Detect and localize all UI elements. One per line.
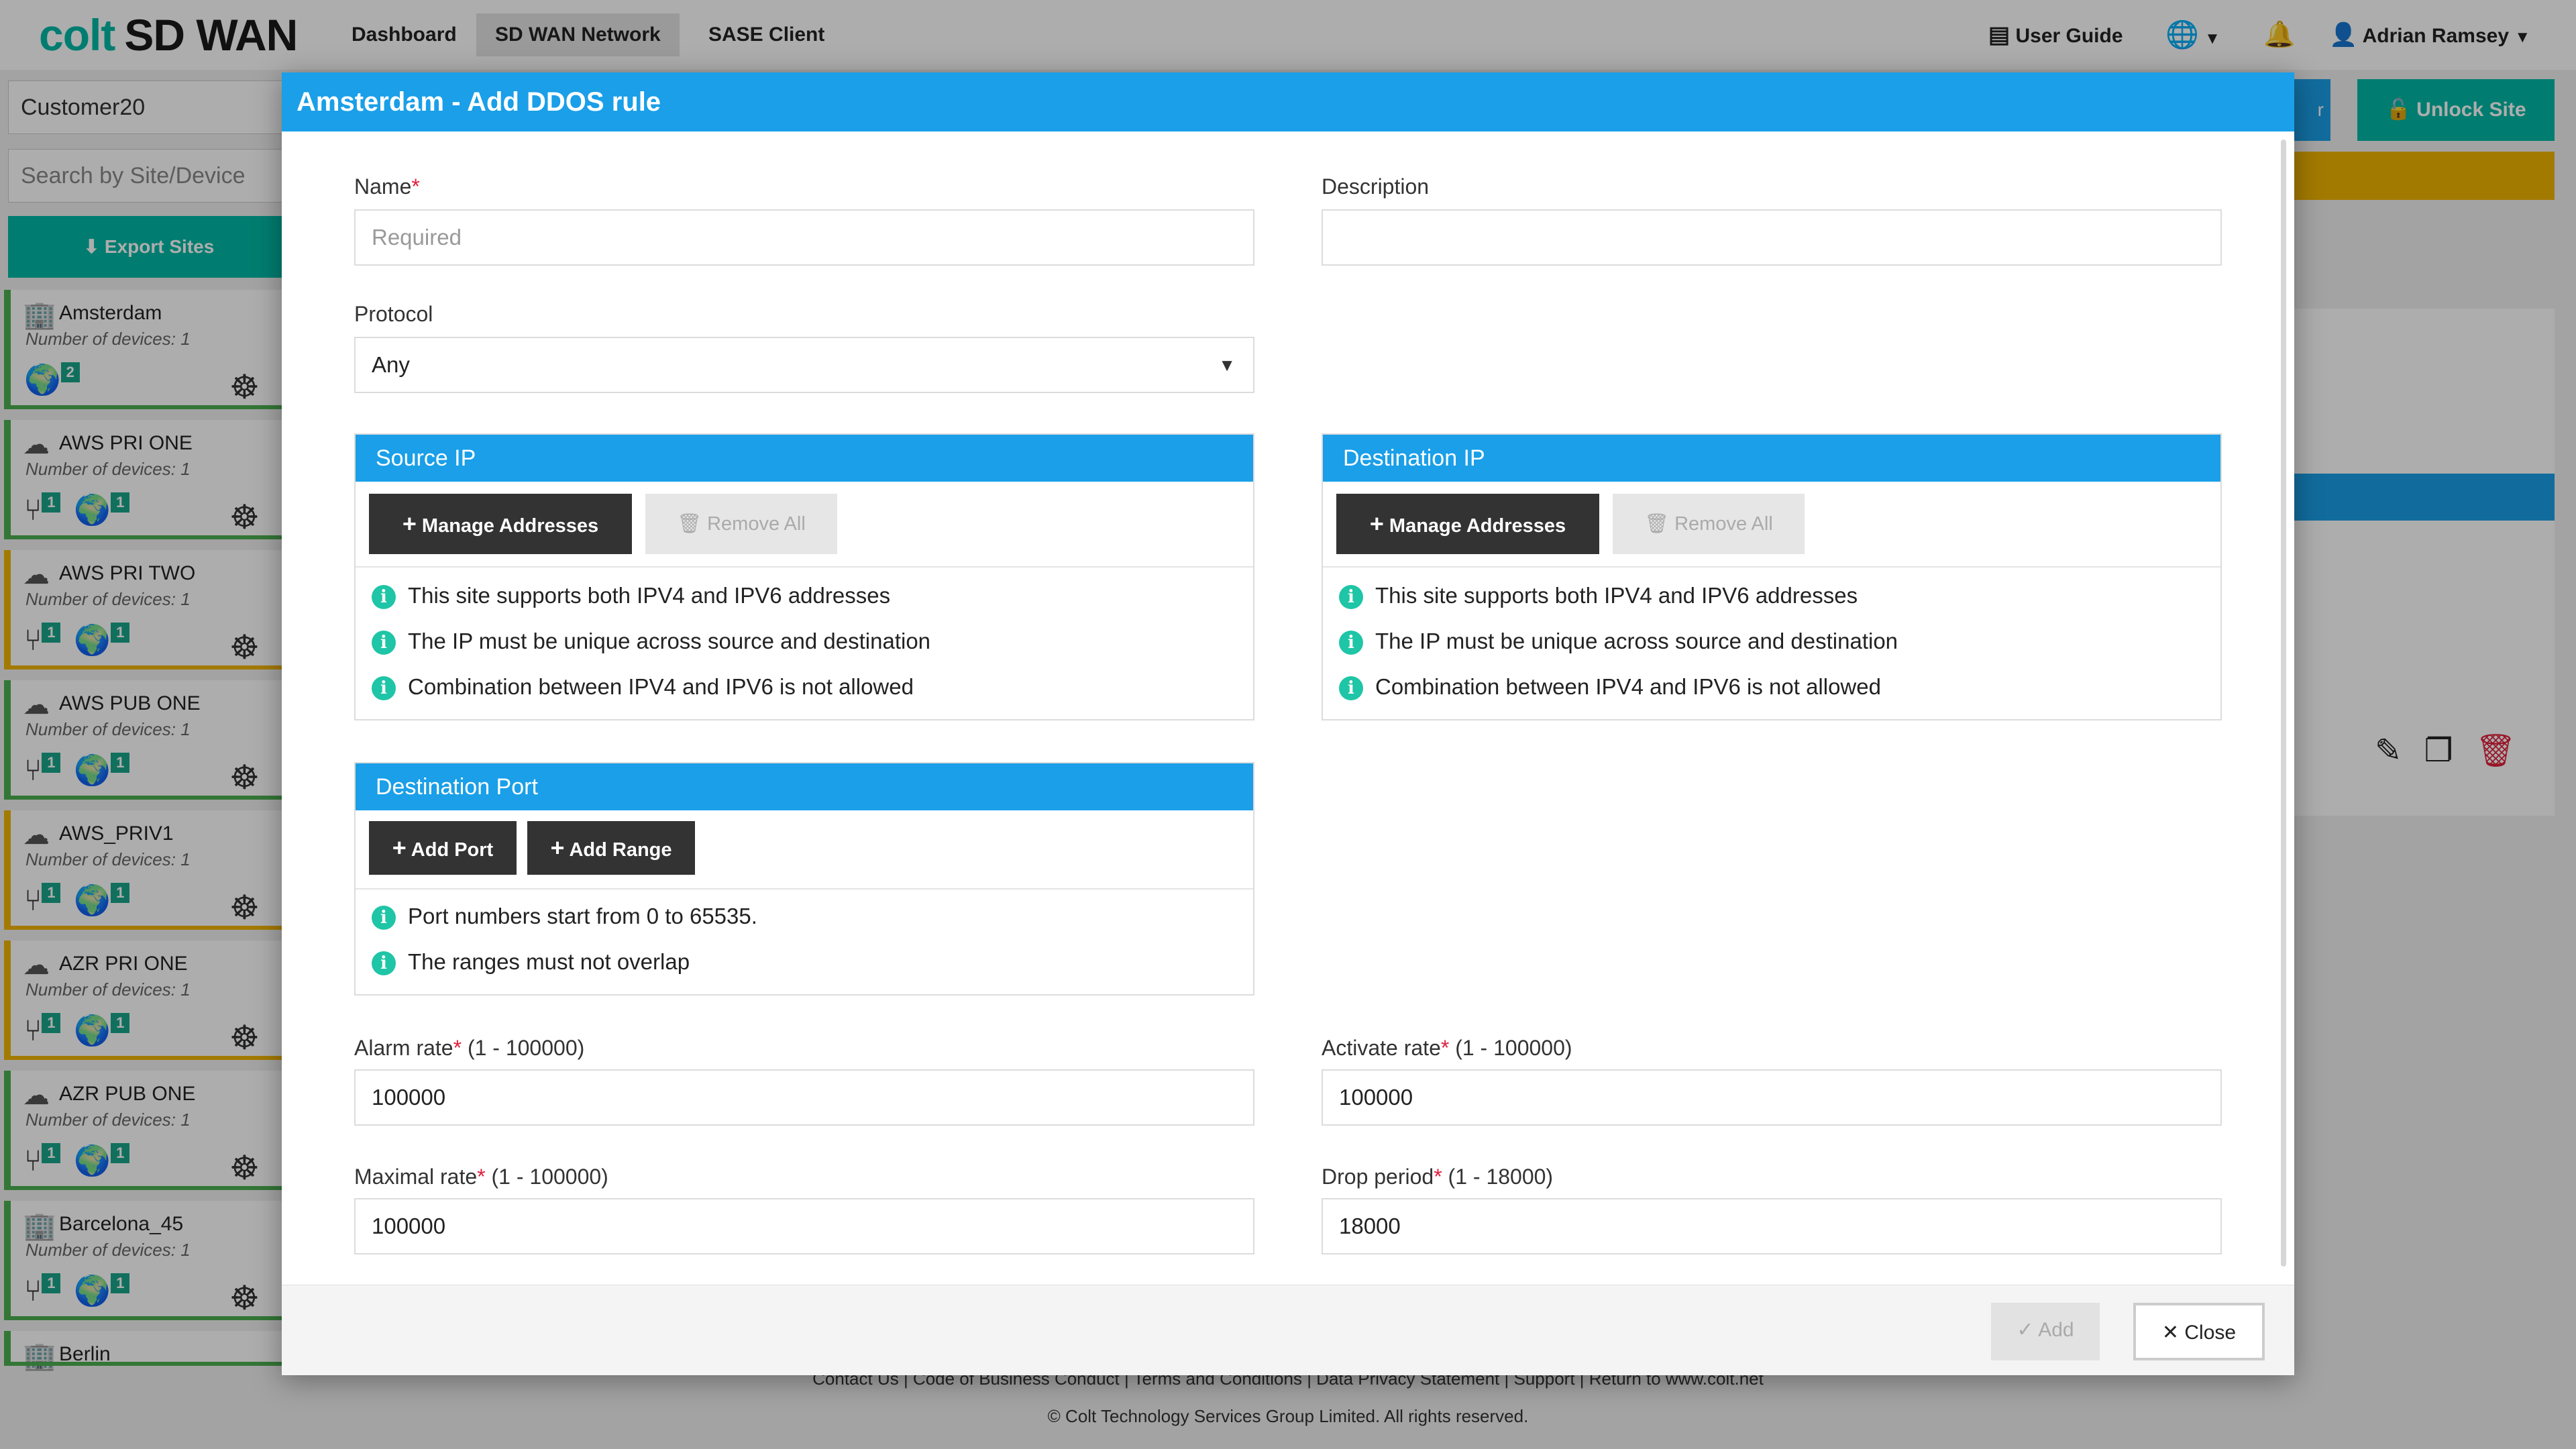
close-icon: ✕ [2161,1322,2180,1344]
modal-scrollbar[interactable] [2281,140,2286,1267]
info-line: i The ranges must not overlap [372,949,690,976]
info-icon: i [1339,631,1363,655]
alarm-rate-label: Alarm rate* (1 - 100000) [354,1036,585,1060]
source-remove-all-button[interactable]: 🗑 Remove All [645,494,837,554]
divider [356,888,1253,890]
name-input[interactable]: Required [354,209,1254,266]
protocol-label: Protocol [354,302,433,326]
activate-rate-label: Activate rate* (1 - 100000) [1322,1036,1572,1060]
info-icon: i [372,906,396,930]
drop-period-input[interactable]: 18000 [1322,1198,2222,1254]
modal-title: Amsterdam - Add DDOS rule [282,72,2294,131]
info-icon: i [1339,585,1363,610]
name-label: Name* [354,174,420,199]
info-icon: i [372,631,396,655]
protocol-select[interactable]: Any ▼ [354,337,1254,393]
close-button[interactable]: ✕ Close [2133,1303,2265,1360]
info-icon: i [372,951,396,976]
plus-icon: + [550,834,565,861]
caret-down-icon: ▼ [1218,355,1236,375]
plus-icon: + [402,510,417,537]
maximal-rate-label: Maximal rate* (1 - 100000) [354,1165,608,1189]
divider [1323,566,2220,568]
trash-icon: 🗑 [677,513,702,535]
info-line: i Combination between IPV4 and IPV6 is no… [1339,674,1881,701]
info-icon: i [1339,676,1363,701]
info-line: i This site supports both IPV4 and IPV6 a… [1339,582,1858,610]
drop-period-label: Drop period* (1 - 18000) [1322,1165,1554,1189]
activate-rate-input[interactable]: 100000 [1322,1069,2222,1126]
trash-icon: 🗑 [1644,513,1670,535]
destination-ip-section: Destination IP + Manage Addresses 🗑 Remo… [1322,433,2222,720]
info-line: i Port numbers start from 0 to 65535. [372,903,757,930]
divider [356,566,1253,568]
destination-port-section: Destination Port + Add Port + Add Range … [354,762,1254,996]
info-line: i Combination between IPV4 and IPV6 is no… [372,674,914,701]
add-range-button[interactable]: + Add Range [527,821,695,875]
description-input[interactable] [1322,209,2222,266]
info-icon: i [372,585,396,610]
add-button[interactable]: ✓ Add [1991,1303,2100,1360]
alarm-rate-input[interactable]: 100000 [354,1069,1254,1126]
maximal-rate-input[interactable]: 100000 [354,1198,1254,1254]
plus-icon: + [1369,510,1384,537]
info-icon: i [372,676,396,701]
destination-port-title: Destination Port [356,763,1253,810]
destination-manage-addresses-button[interactable]: + Manage Addresses [1336,494,1599,554]
source-manage-addresses-button[interactable]: + Manage Addresses [369,494,632,554]
info-line: i The IP must be unique across source and… [372,628,930,655]
add-ddos-rule-modal: Amsterdam - Add DDOS rule Name* Required… [282,72,2294,1375]
source-ip-section: Source IP + Manage Addresses 🗑 Remove Al… [354,433,1254,720]
source-ip-title: Source IP [356,435,1253,482]
destination-remove-all-button[interactable]: 🗑 Remove All [1613,494,1805,554]
info-line: i The IP must be unique across source and… [1339,628,1898,655]
destination-ip-title: Destination IP [1323,435,2220,482]
check-icon: ✓ [2017,1319,2034,1341]
description-label: Description [1322,174,1430,199]
info-line: i This site supports both IPV4 and IPV6 a… [372,582,890,610]
add-port-button[interactable]: + Add Port [369,821,517,875]
plus-icon: + [392,834,407,861]
